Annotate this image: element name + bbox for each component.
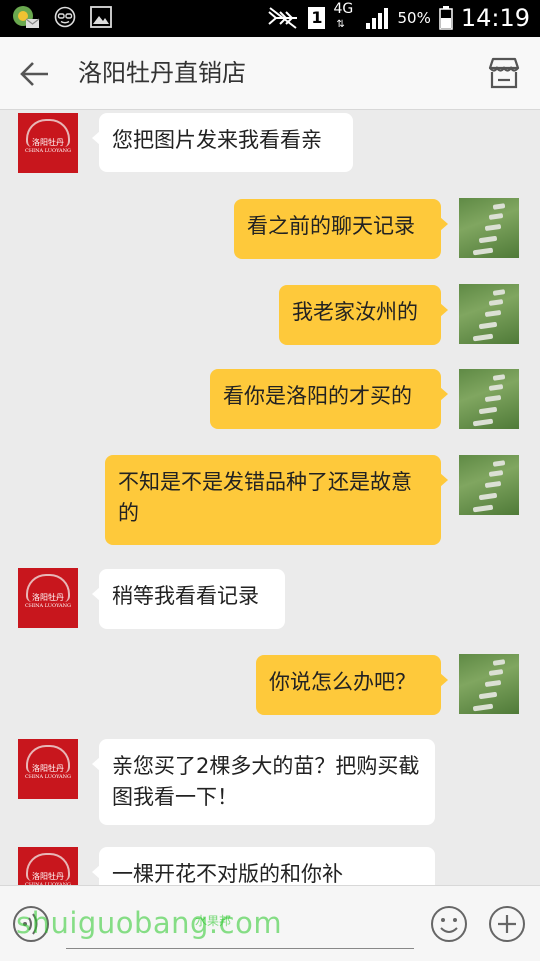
message-bubble-outgoing[interactable]: 不知是不是发错品种了还是故意的 bbox=[105, 455, 448, 545]
network-type: 4G ⇅ bbox=[333, 1, 354, 30]
user-avatar[interactable] bbox=[459, 654, 519, 714]
shop-avatar[interactable]: 洛阳牡丹 CHINA LUOYANG bbox=[18, 568, 78, 628]
chat-notification-icon bbox=[13, 6, 40, 28]
battery-icon bbox=[439, 6, 453, 30]
store-icon[interactable] bbox=[486, 56, 522, 90]
message-bubble-outgoing[interactable]: 看之前的聊天记录 bbox=[234, 199, 448, 259]
message-bubble-outgoing[interactable]: 看你是洛阳的才买的 bbox=[210, 369, 448, 429]
watermark-text: shuiguobang.com bbox=[16, 906, 283, 940]
user-avatar[interactable] bbox=[459, 284, 519, 344]
arrow-left-icon[interactable] bbox=[18, 57, 52, 91]
signal-icon bbox=[366, 8, 389, 29]
user-avatar[interactable] bbox=[459, 455, 519, 515]
sim-indicator: 1 bbox=[308, 7, 326, 29]
page-title: 洛阳牡丹直销店 bbox=[78, 59, 246, 87]
message-bubble-incoming[interactable]: 稍等我看看记录 bbox=[92, 569, 285, 629]
shop-avatar[interactable]: 洛阳牡丹 CHINA LUOYANG bbox=[18, 847, 78, 885]
chat-messages[interactable]: 洛阳牡丹 CHINA LUOYANG 您把图片发来我看看亲 看之前的聊天记录 我… bbox=[0, 110, 540, 885]
shop-avatar[interactable]: 洛阳牡丹 CHINA LUOYANG bbox=[18, 113, 78, 173]
user-avatar[interactable] bbox=[459, 369, 519, 429]
shop-avatar[interactable]: 洛阳牡丹 CHINA LUOYANG bbox=[18, 739, 78, 799]
user-avatar[interactable] bbox=[459, 198, 519, 258]
message-bubble-outgoing[interactable]: 我老家汝州的 bbox=[279, 285, 448, 345]
emoji-icon[interactable] bbox=[430, 905, 468, 943]
message-bubble-incoming[interactable]: 一棵开花不对版的和你补 bbox=[92, 847, 435, 885]
battery-percent: 50% bbox=[397, 9, 431, 27]
mute-icon bbox=[268, 7, 298, 29]
image-icon bbox=[90, 6, 112, 28]
plus-icon[interactable] bbox=[488, 905, 526, 943]
status-bar: 1 4G ⇅ 50% 14:19 bbox=[0, 0, 540, 37]
clock: 14:19 bbox=[460, 4, 530, 32]
watermark-cn: 水果邦 bbox=[195, 914, 232, 928]
glasses-icon bbox=[54, 6, 76, 28]
message-bubble-outgoing[interactable]: 你说怎么办吧？ bbox=[256, 655, 448, 715]
message-bubble-incoming[interactable]: 亲您买了2棵多大的苗？把购买截图我看一下！ bbox=[92, 739, 435, 825]
chat-header: 洛阳牡丹直销店 bbox=[0, 37, 540, 110]
message-bubble-incoming[interactable]: 您把图片发来我看看亲 bbox=[92, 113, 353, 172]
